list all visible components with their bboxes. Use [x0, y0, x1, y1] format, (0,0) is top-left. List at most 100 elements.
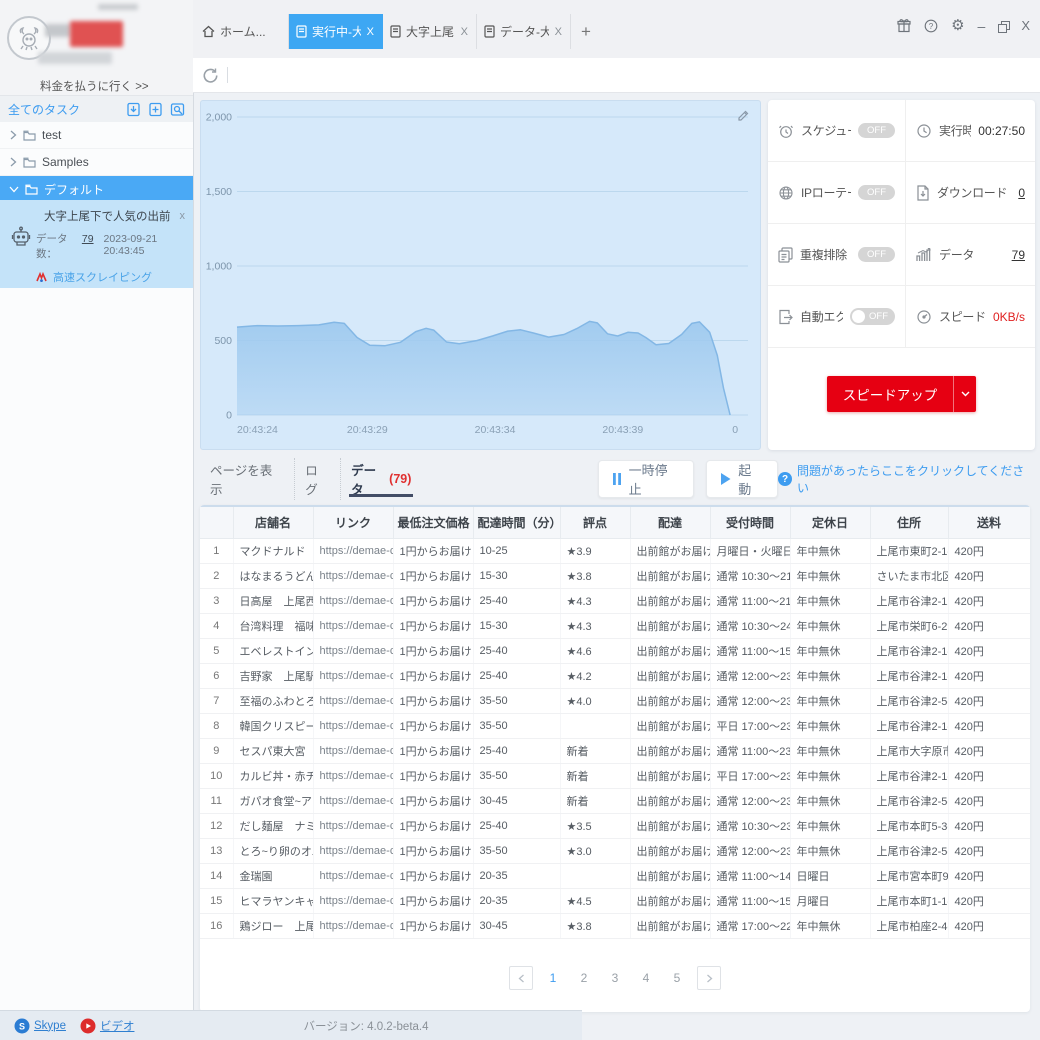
data-value[interactable]: 79 — [1012, 248, 1025, 262]
find-task-icon[interactable] — [170, 102, 185, 117]
import-task-icon[interactable] — [126, 102, 141, 117]
table-row[interactable]: 1マクドナルド 上尾運...https://demae-can.com/...1… — [200, 539, 1030, 564]
view-tab-0[interactable]: ページを表示 — [200, 458, 294, 500]
col-header[interactable]: 住所 — [870, 506, 948, 539]
table-row[interactable]: 4台湾料理 福味味https://demae-can.com/...1円からお届… — [200, 614, 1030, 639]
start-button[interactable]: 起動 — [706, 460, 778, 498]
cell: 1円からお届け — [393, 864, 473, 889]
stat-label: IPローテーション — [801, 184, 851, 201]
video-link[interactable]: ビデオ — [100, 1018, 135, 1034]
gift-icon[interactable] — [897, 18, 911, 33]
page-5[interactable]: 5 — [666, 971, 688, 985]
table-row[interactable]: 6吉野家 上尾駅前店https://demae-can.com/...1円からお… — [200, 664, 1030, 689]
cell: 出前館がお届け — [630, 664, 710, 689]
table-row[interactable]: 10カルビ丼・赤チゲ「グ...https://demae-can.com/...… — [200, 764, 1030, 789]
cell: 上尾市本町5-3-6 — [870, 814, 948, 839]
col-header[interactable]: 評点 — [560, 506, 630, 539]
col-header[interactable]: 定休日 — [790, 506, 870, 539]
tab-0[interactable]: ホーム... — [195, 14, 289, 49]
table-row[interactable]: 12だし麺屋 ナミノアヤ...https://demae-can.com/...… — [200, 814, 1030, 839]
new-tab-button[interactable]: + — [571, 14, 601, 49]
view-tab-2[interactable]: データ (79) — [340, 458, 421, 500]
page-2[interactable]: 2 — [573, 971, 595, 985]
tab-close-icon[interactable]: X — [366, 26, 375, 38]
cell: https://demae-can.com/... — [313, 589, 393, 614]
chevron-down-icon[interactable] — [9, 185, 19, 193]
close-icon[interactable]: X — [1021, 19, 1030, 32]
skype-link[interactable]: Skype — [34, 1020, 66, 1032]
help-icon[interactable]: ? — [924, 19, 938, 33]
tab-close-icon[interactable]: X — [460, 26, 469, 38]
download-value[interactable]: 0 — [1018, 186, 1025, 200]
col-header[interactable]: 最低注文価格 — [393, 506, 473, 539]
blurred-subtext — [38, 52, 112, 64]
col-header[interactable]: 配達 — [630, 506, 710, 539]
col-header[interactable] — [200, 506, 233, 539]
tab-3[interactable]: データ-大... X — [477, 14, 571, 49]
folder-item-Samples[interactable]: Samples — [0, 149, 193, 176]
col-header[interactable]: 受付時間 — [710, 506, 790, 539]
fast-scraping-link[interactable]: 高速スクレイピング — [53, 269, 152, 285]
version-label: バージョン: 4.0.2-beta.4 — [303, 1018, 428, 1034]
cell: 1円からお届け — [393, 789, 473, 814]
cell: 20-35 — [473, 889, 560, 914]
speed-up-button[interactable]: スピードアップ — [827, 376, 977, 412]
tab-1[interactable]: 実行中-大... X — [289, 14, 383, 49]
refresh-icon[interactable] — [202, 67, 219, 84]
export-toggle[interactable]: OFF — [850, 308, 895, 325]
minimize-icon[interactable]: – — [978, 19, 986, 33]
view-tab-1[interactable]: ログ — [294, 458, 340, 500]
cell: 420円 — [948, 689, 1030, 714]
cell: 420円 — [948, 664, 1030, 689]
table-row[interactable]: 11ガパオ食堂~アロイマ...https://demae-can.com/...… — [200, 789, 1030, 814]
cell: 14 — [200, 864, 233, 889]
page-4[interactable]: 4 — [635, 971, 657, 985]
pause-button[interactable]: 一時停止 — [598, 460, 695, 498]
restore-icon[interactable] — [998, 21, 1008, 31]
table-row[interactable]: 5エベレストインhttps://demae-can.com/...1円からお届け… — [200, 639, 1030, 664]
table-row[interactable]: 8韓国クリスピーチキン...https://demae-can.com/...1… — [200, 714, 1030, 739]
table-row[interactable]: 16鶏ジロー 上尾https://demae-can.com/...1円からお届… — [200, 914, 1030, 939]
pay-link[interactable]: 料金を払うに行く >> — [40, 78, 149, 94]
cell: 出前館がお届け — [630, 814, 710, 839]
new-task-icon[interactable] — [148, 102, 163, 117]
chevron-down-icon[interactable] — [953, 376, 976, 412]
tab-close-icon[interactable]: X — [554, 26, 563, 38]
col-header[interactable]: 送料 — [948, 506, 1030, 539]
settings-gear-icon[interactable]: ⚙ — [951, 18, 964, 33]
table-header-row: 店舗名リンク最低注文価格配達時間（分）評点配達受付時間定休日住所送料 — [200, 506, 1030, 539]
col-header[interactable]: 店舗名 — [233, 506, 313, 539]
stat-label: ダウンロード — [937, 184, 1011, 201]
col-header[interactable]: 配達時間（分） — [473, 506, 560, 539]
blurred-username — [45, 24, 71, 37]
table-row[interactable]: 3日高屋 上尾西口店https://demae-can.com/...1円からお… — [200, 589, 1030, 614]
task-close-icon[interactable]: x — [180, 210, 186, 222]
col-header[interactable]: リンク — [313, 506, 393, 539]
page-3[interactable]: 3 — [604, 971, 626, 985]
table-row[interactable]: 2はなまるうどん 大宮...https://demae-can.com/...1… — [200, 564, 1030, 589]
edit-pencil-icon[interactable] — [737, 109, 750, 122]
trouble-help-link[interactable]: ? 問題があったらここをクリックしてください — [778, 462, 1035, 496]
table-row[interactable]: 15ヒマラヤンキャラバンhttps://demae-can.com/...1円か… — [200, 889, 1030, 914]
page-1[interactable]: 1 — [542, 971, 564, 985]
table-row[interactable]: 9セスパ東大宮https://demae-can.com/...1円からお届け2… — [200, 739, 1030, 764]
cell: 出前館がお届け — [630, 689, 710, 714]
folder-item-test[interactable]: test — [0, 122, 193, 149]
folder-item-デフォルト[interactable]: デフォルト — [0, 176, 193, 203]
next-page-icon[interactable] — [697, 966, 721, 990]
table-row[interactable]: 14金瑞園https://demae-can.com/...1円からお届け20-… — [200, 864, 1030, 889]
chevron-right-icon[interactable] — [9, 157, 17, 167]
task-data-count[interactable]: 79 — [82, 233, 94, 245]
alarm-toggle[interactable]: OFF — [858, 123, 895, 139]
cell: https://demae-can.com/... — [313, 564, 393, 589]
task-card[interactable]: 大字上尾下で人気の出前・デリバリー・宅... x データ数： 79 2023-0… — [0, 200, 193, 288]
run-stats-panel: スケジュール OFF 実行時間 00:27:50 IPローテーション OFF ダ… — [768, 100, 1035, 450]
dedup-toggle[interactable]: OFF — [858, 247, 895, 263]
tab-2[interactable]: 大字上尾... X — [383, 14, 477, 49]
table-row[interactable]: 13とろ~り卵のオムライ...https://demae-can.com/...… — [200, 839, 1030, 864]
cell: 1円からお届け — [393, 564, 473, 589]
prev-page-icon[interactable] — [509, 966, 533, 990]
chevron-right-icon[interactable] — [9, 130, 17, 140]
globe-toggle[interactable]: OFF — [858, 185, 895, 201]
table-row[interactable]: 7至福のふわとろオムラ...https://demae-can.com/...1… — [200, 689, 1030, 714]
